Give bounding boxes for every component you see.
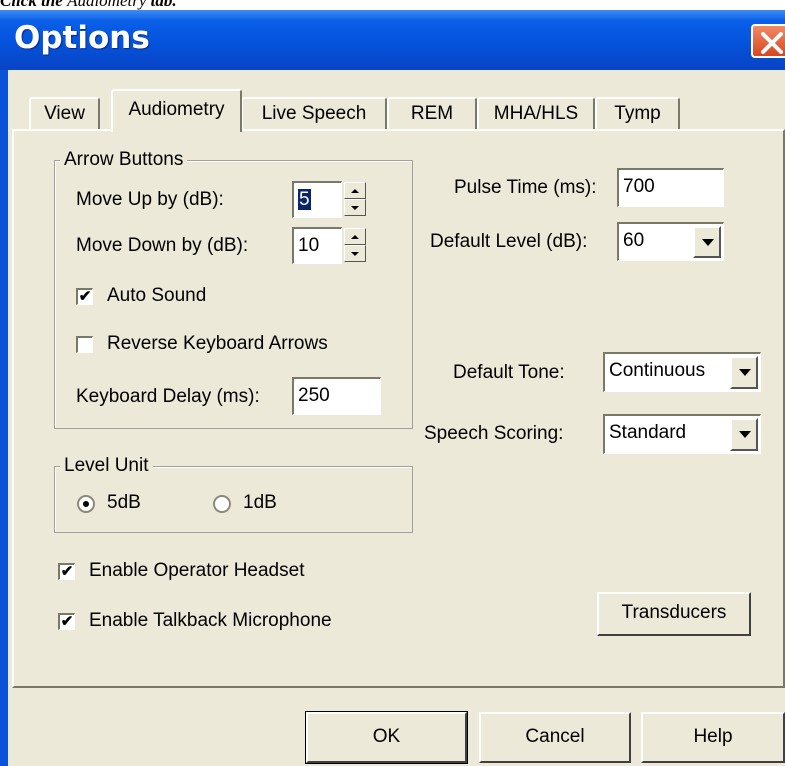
default-tone-select[interactable]: Continuous [603,352,761,392]
arrow-up-icon [351,235,359,239]
auto-sound-checkbox[interactable]: ✔ [76,288,93,305]
reverse-arrows-label: Reverse Keyboard Arrows [107,333,328,354]
move-up-input[interactable]: 5 [292,181,342,218]
help-button[interactable]: Help [641,712,785,763]
default-tone-dropdown-button[interactable] [730,356,758,389]
arrow-buttons-legend: Arrow Buttons [60,149,188,171]
level-unit-legend: Level Unit [60,455,153,477]
radio-selected-dot [83,501,89,507]
default-tone-label: Default Tone: [453,362,565,383]
speech-scoring-label: Speech Scoring: [424,423,564,444]
speech-scoring-select[interactable]: Standard [603,414,761,454]
transducers-button[interactable]: Transducers [597,592,751,636]
move-down-input[interactable]: 10 [292,227,342,264]
dialog-client-area: View Audiometry Live Speech REM MHA/HLS … [8,70,785,766]
audiometry-panel: Arrow Buttons Move Up by (dB): 5 Move Do… [12,129,785,688]
move-down-label: Move Down by (dB): [76,235,249,256]
spin-down-button[interactable] [344,199,366,216]
default-level-dropdown-button[interactable] [693,226,721,258]
caption-suffix: tab. [146,0,177,10]
tab-mha-hls[interactable]: MHA/HLS [477,97,595,130]
spin-up-button[interactable] [344,228,366,245]
level-unit-5db-radio[interactable] [77,495,95,513]
caption-emphasis: Audiometry [67,0,147,10]
speech-scoring-dropdown-button[interactable] [730,418,758,451]
chevron-down-icon [702,239,714,246]
arrow-down-icon [351,252,359,256]
level-unit-1db-label: 1dB [243,492,277,513]
title-bar: Options [0,10,785,70]
talkback-checkbox[interactable]: ✔ [58,613,75,630]
tab-live-speech[interactable]: Live Speech [241,97,387,130]
arrow-up-icon [351,189,359,193]
arrow-buttons-group: Arrow Buttons Move Up by (dB): 5 Move Do… [54,149,413,429]
close-button[interactable] [751,24,785,58]
tab-view[interactable]: View [29,97,100,130]
level-unit-5db-label: 5dB [107,492,141,513]
window-title: Options [14,20,150,56]
pulse-time-input[interactable]: 700 [617,168,724,207]
tab-audiometry[interactable]: Audiometry [111,89,242,132]
reverse-arrows-checkbox[interactable] [76,336,93,353]
tab-strip: View Audiometry Live Speech REM MHA/HLS … [8,70,785,132]
default-level-label: Default Level (dB): [430,231,588,252]
default-level-value: 60 [623,230,645,251]
cancel-button[interactable]: Cancel [479,712,631,763]
auto-sound-label: Auto Sound [107,285,207,306]
operator-headset-label: Enable Operator Headset [89,560,305,581]
move-up-spinner[interactable] [344,182,366,217]
move-up-value: 5 [298,189,311,210]
options-dialog: Options View Audiometry Live Speech REM … [0,10,785,766]
move-down-spinner[interactable] [344,228,366,263]
ok-button[interactable]: OK [305,711,468,764]
tab-rem[interactable]: REM [387,97,477,130]
move-up-label: Move Up by (dB): [76,189,224,210]
keyboard-delay-label: Keyboard Delay (ms): [76,386,260,407]
speech-scoring-value: Standard [609,422,687,443]
chevron-down-icon [739,431,751,438]
level-unit-group: Level Unit 5dB 1dB [54,455,413,533]
spin-down-button[interactable] [344,245,366,262]
pulse-time-label: Pulse Time (ms): [454,177,597,198]
caption-prefix: Click the [0,0,68,10]
arrow-down-icon [351,206,359,210]
default-level-select[interactable]: 60 [617,222,724,261]
default-tone-value: Continuous [609,360,706,381]
close-icon [761,32,783,54]
tab-tymp[interactable]: Tymp [595,97,680,130]
chevron-down-icon [739,369,751,376]
level-unit-1db-radio[interactable] [213,495,231,513]
operator-headset-checkbox[interactable]: ✔ [58,563,75,580]
talkback-label: Enable Talkback Microphone [89,610,332,631]
spin-up-button[interactable] [344,182,366,199]
keyboard-delay-input[interactable]: 250 [292,377,381,415]
